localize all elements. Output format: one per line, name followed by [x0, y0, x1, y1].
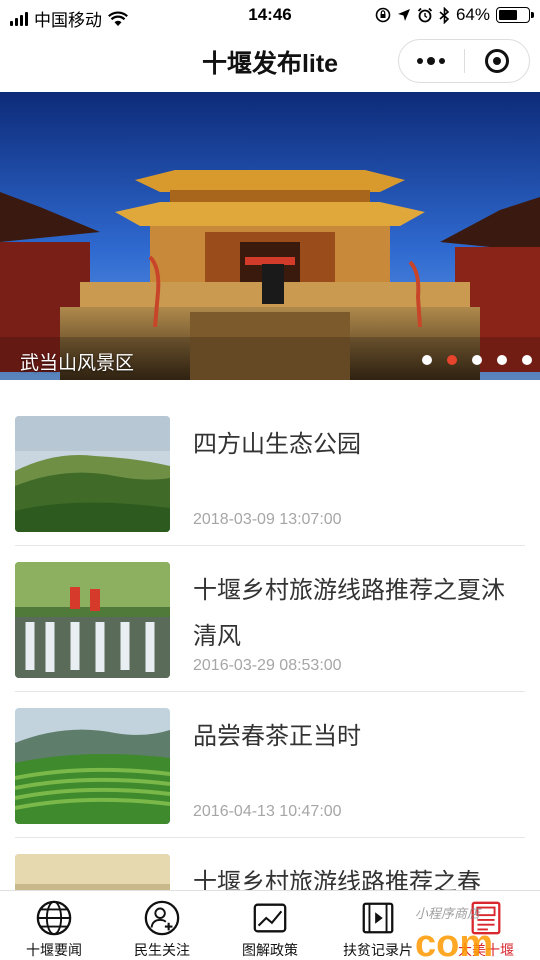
more-button[interactable] — [399, 40, 464, 82]
article-title: 品尝春茶正当时 — [193, 723, 361, 750]
film-icon — [362, 902, 394, 934]
article-item[interactable]: 十堰乡村旅游线路推荐之夏沐清风 2016-03-29 08:53:00 — [15, 546, 525, 692]
tab-policy-graphics[interactable]: 图解政策 — [216, 891, 324, 960]
waterfall-photo — [15, 562, 170, 678]
pagination-dot[interactable] — [422, 355, 432, 365]
close-miniapp-button[interactable] — [465, 40, 530, 82]
banner-carousel[interactable]: 武当山风景区 — [0, 92, 540, 380]
bluetooth-icon — [439, 6, 450, 24]
tab-beautiful-shiyan[interactable]: 大美十堰 — [432, 891, 540, 960]
article-date: 2016-04-13 10:47:00 — [193, 803, 342, 820]
tab-label: 图解政策 — [242, 942, 298, 958]
article-title: 十堰乡村旅游线路推荐之夏沐清风 — [193, 577, 505, 650]
tab-bar: 十堰要闻 民生关注 图解政策 扶贫记录片 大美十堰 — [0, 890, 540, 960]
article-title: 四方山生态公园 — [193, 431, 361, 458]
alarm-icon — [417, 7, 433, 23]
tab-label: 民生关注 — [134, 942, 190, 958]
tab-documentary[interactable]: 扶贫记录片 — [324, 891, 432, 960]
section-gap — [0, 380, 540, 400]
forest-hills-photo — [15, 416, 170, 532]
battery-level — [499, 10, 517, 20]
pagination-dot[interactable] — [472, 355, 482, 365]
banner-pagination — [422, 355, 532, 365]
globe-icon — [36, 900, 72, 936]
article-item[interactable]: 品尝春茶正当时 2016-04-13 10:47:00 — [15, 692, 525, 838]
location-icon — [397, 9, 410, 21]
more-icon — [417, 57, 446, 65]
miniapp-capsule — [398, 39, 530, 83]
tab-label: 十堰要闻 — [26, 942, 82, 958]
article-date: 2016-03-29 08:53:00 — [193, 657, 342, 674]
newspaper-icon — [471, 901, 501, 935]
banner-caption: 武当山风景区 — [20, 353, 135, 374]
nav-bar: 十堰发布lite — [0, 32, 540, 90]
battery-percent: 64% — [455, 5, 490, 24]
article-item[interactable]: 四方山生态公园 2018-03-09 13:07:00 — [15, 400, 525, 546]
rotation-lock-icon — [375, 7, 391, 23]
battery-icon — [496, 7, 534, 23]
tab-label: 大美十堰 — [458, 942, 514, 958]
banner-image — [0, 92, 540, 380]
article-date: 2018-03-09 13:07:00 — [193, 511, 342, 528]
status-right: 64% — [375, 5, 534, 25]
person-add-icon — [144, 900, 180, 936]
pagination-dot[interactable] — [447, 355, 457, 365]
tab-livelihood[interactable]: 民生关注 — [108, 891, 216, 960]
tab-label: 扶贫记录片 — [343, 942, 413, 958]
close-miniapp-icon — [484, 49, 509, 73]
tab-news[interactable]: 十堰要闻 — [0, 891, 108, 960]
image-chart-icon — [253, 903, 287, 933]
pagination-dot[interactable] — [497, 355, 507, 365]
pagination-dot[interactable] — [522, 355, 532, 365]
status-bar: 中国移动 14:46 64% — [0, 0, 540, 32]
tea-terrace-photo — [15, 708, 170, 824]
